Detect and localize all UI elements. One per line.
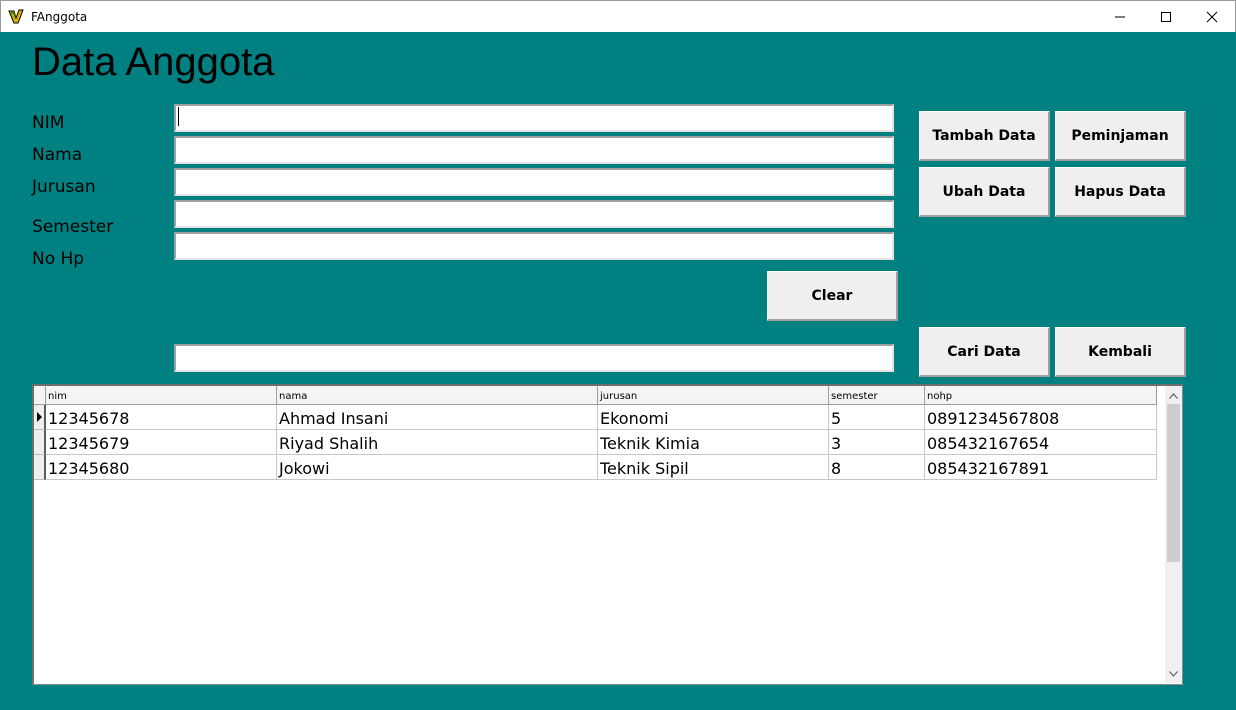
vertical-scrollbar[interactable] [1165,386,1182,683]
title-bar[interactable]: FAnggota [0,0,1236,32]
jurusan-label: Jurusan [32,177,96,197]
table-row[interactable]: 12345680 Jokowi Teknik Sipil 8 085432167… [46,455,1157,480]
close-button[interactable] [1189,1,1235,32]
hapus-data-button[interactable]: Hapus Data [1055,167,1186,217]
cell-jurusan[interactable]: Ekonomi [598,405,829,430]
header-corner [34,386,46,405]
cell-nama[interactable]: Ahmad Insani [277,405,598,430]
row-indicator[interactable] [34,455,46,480]
column-header-jurusan[interactable]: jurusan [598,386,829,405]
row-indicator[interactable] [34,405,46,430]
cell-nim[interactable]: 12345678 [46,405,277,430]
grid-header: nim nama jurusan semester nohp [34,386,1157,405]
cell-nim[interactable]: 12345680 [46,455,277,480]
cell-nama[interactable]: Jokowi [277,455,598,480]
search-input[interactable] [174,344,894,372]
window-title: FAnggota [31,10,88,24]
scroll-down-button[interactable] [1165,665,1182,682]
minimize-icon [1115,16,1125,17]
minimize-button[interactable] [1097,1,1143,32]
cell-nohp[interactable]: 085432167891 [925,455,1157,480]
nim-label: NIM [32,113,65,133]
table-row[interactable]: 12345678 Ahmad Insani Ekonomi 5 08912345… [46,405,1157,430]
semester-input[interactable] [174,200,894,228]
cell-jurusan[interactable]: Teknik Sipil [598,455,829,480]
column-header-semester[interactable]: semester [829,386,925,405]
nohp-input[interactable] [174,232,894,260]
column-header-nohp[interactable]: nohp [925,386,1157,405]
cell-nohp[interactable]: 0891234567808 [925,405,1157,430]
nama-label: Nama [32,145,83,165]
data-grid[interactable]: nim nama jurusan semester nohp 12345678 … [32,384,1183,685]
peminjaman-button[interactable]: Peminjaman [1055,111,1186,161]
cell-semester[interactable]: 3 [829,430,925,455]
cell-nama[interactable]: Riyad Shalih [277,430,598,455]
nohp-label: No Hp [32,249,85,269]
table-row[interactable]: 12345679 Riyad Shalih Teknik Kimia 3 085… [46,430,1157,455]
column-header-nama[interactable]: nama [277,386,598,405]
semester-label: Semester [32,217,114,237]
cari-data-button[interactable]: Cari Data [919,327,1050,377]
cell-semester[interactable]: 5 [829,405,925,430]
ubah-data-button[interactable]: Ubah Data [919,167,1050,217]
nim-input[interactable] [174,104,894,132]
maximize-icon [1161,11,1171,22]
chevron-up-icon [1169,392,1178,399]
delphi-app-icon [8,9,25,25]
scrollbar-thumb[interactable] [1167,404,1180,562]
tambah-data-button[interactable]: Tambah Data [919,111,1050,161]
maximize-button[interactable] [1143,1,1189,32]
jurusan-input[interactable] [174,168,894,196]
current-row-arrow-icon [37,412,42,422]
cell-nim[interactable]: 12345679 [46,430,277,455]
cell-nohp[interactable]: 085432167654 [925,430,1157,455]
close-icon [1206,11,1218,22]
nama-input[interactable] [174,136,894,164]
cell-semester[interactable]: 8 [829,455,925,480]
chevron-down-icon [1169,670,1178,677]
clear-button[interactable]: Clear [767,271,898,321]
scroll-up-button[interactable] [1165,387,1182,404]
text-caret [178,107,179,126]
kembali-button[interactable]: Kembali [1055,327,1186,377]
page-title: Data Anggota [32,40,275,84]
column-header-nim[interactable]: nim [46,386,277,405]
row-indicator[interactable] [34,430,46,455]
cell-jurusan[interactable]: Teknik Kimia [598,430,829,455]
